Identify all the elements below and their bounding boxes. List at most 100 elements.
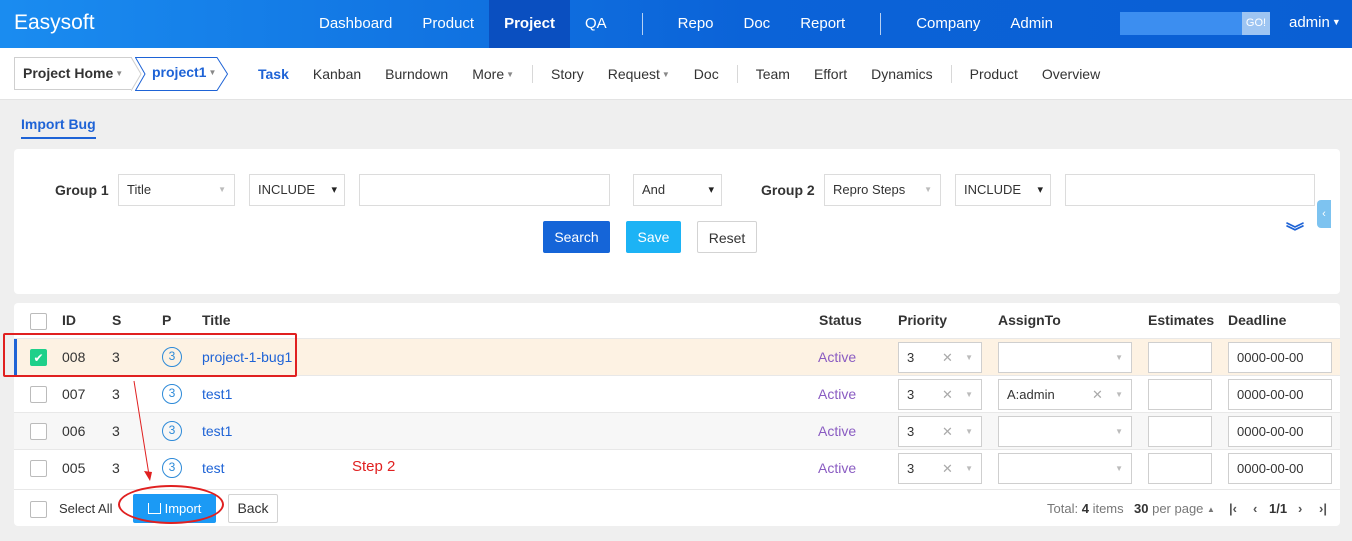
subnav-effort[interactable]: Effort [802,66,859,82]
group1-field-select[interactable]: Title ▼ [118,174,235,206]
caret-down-icon: ▼ [661,70,670,79]
assignto-select[interactable]: ▼ [998,416,1132,447]
row-title-link[interactable]: test1 [202,386,232,402]
next-page-icon[interactable]: › [1298,501,1302,516]
subnav-overview[interactable]: Overview [1030,66,1112,82]
subnav-task[interactable]: Task [246,66,301,82]
clear-icon[interactable]: ✕ [1092,380,1103,409]
subnav-request[interactable]: Request ▼ [596,66,682,82]
subnav-kanban[interactable]: Kanban [301,66,373,82]
chevron-down-icon: ▼ [1115,390,1123,399]
group2-field-select[interactable]: Repro Steps ▼ [824,174,941,206]
nav-admin[interactable]: Admin [995,0,1068,48]
tab-import-bug[interactable]: Import Bug [21,116,96,139]
caret-down-icon: ▼ [506,70,515,79]
row-status: Active [818,386,857,402]
first-page-icon[interactable]: |‹ [1229,501,1237,516]
save-button[interactable]: Save [626,221,681,253]
breadcrumb-project-home[interactable]: Project Home ▼ [14,57,132,90]
group2-field-value: Repro Steps [833,182,906,197]
group2-label: Group 2 [761,182,815,198]
group2-operator-select[interactable]: INCLUDE ▾ [955,174,1051,206]
row-checkbox[interactable] [30,386,47,403]
per-page-select[interactable]: 30 per page ▲ [1134,501,1215,516]
col-status[interactable]: Status [819,312,862,328]
estimates-input[interactable] [1148,416,1212,447]
nav-product[interactable]: Product [407,0,489,48]
col-priority-short[interactable]: P [162,312,171,328]
table-row[interactable]: 005 3 3 test Active 3 ✕ ▼ ▼ 0000-00-00 [14,449,1340,486]
double-chevron-down-icon[interactable]: ︾ [1286,223,1304,241]
chevron-down-icon: ▼ [1115,464,1123,473]
priority-select[interactable]: 3 ✕ ▼ [898,342,982,373]
last-page-icon[interactable]: ›| [1319,501,1327,516]
user-menu[interactable]: admin ▼ [1289,14,1341,31]
nav-qa[interactable]: QA [570,0,622,48]
row-checkbox[interactable] [30,423,47,440]
search-button[interactable]: Search [543,221,610,253]
nav-doc[interactable]: Doc [729,0,786,48]
priority-select[interactable]: 3 ✕ ▼ [898,416,982,447]
brand-logo[interactable]: Easysoft [14,11,95,35]
select-all-label[interactable]: Select All [59,501,112,516]
deadline-input[interactable]: 0000-00-00 [1228,379,1332,410]
sub-navbar: Project Home ▼ project1 ▼ Task Kanban Burn… [0,48,1352,100]
subnav-team[interactable]: Team [744,66,802,82]
priority-select[interactable]: 3 ✕ ▼ [898,379,982,410]
group1-value-input[interactable] [359,174,610,206]
logic-select[interactable]: And ▾ [633,174,722,206]
nav-project[interactable]: Project [489,0,570,48]
priority-select[interactable]: 3 ✕ ▼ [898,453,982,484]
reset-button[interactable]: Reset [697,221,757,253]
breadcrumb-project[interactable]: project1 ▼ [136,57,226,90]
subnav-doc[interactable]: Doc [682,66,731,82]
annotation-highlight-ellipse [118,485,224,524]
deadline-input[interactable]: 0000-00-00 [1228,342,1332,373]
global-search-input[interactable] [1120,12,1242,35]
chevron-down-icon: ▼ [218,185,226,194]
estimates-input[interactable] [1148,342,1212,373]
nav-report[interactable]: Report [785,0,860,48]
go-button[interactable]: GO! [1242,12,1270,35]
clear-icon[interactable]: ✕ [942,380,953,409]
row-checkbox[interactable] [30,460,47,477]
page-indicator: 1/1 [1269,501,1288,516]
col-severity[interactable]: S [112,312,121,328]
clear-icon[interactable]: ✕ [942,454,953,483]
subnav-story[interactable]: Story [539,66,596,82]
row-title-link[interactable]: test1 [202,423,232,439]
assignto-select[interactable]: A:admin ✕ ▼ [998,379,1132,410]
estimates-input[interactable] [1148,379,1212,410]
assignto-select[interactable]: ▼ [998,342,1132,373]
nav-company[interactable]: Company [901,0,995,48]
annotation-step-label: Step 2 [352,458,396,475]
table-row[interactable]: 007 3 3 test1 Active 3 ✕ ▼ A:admin ✕ ▼ 0000-… [14,375,1340,412]
row-title-link[interactable]: test [202,460,225,476]
nav-dashboard[interactable]: Dashboard [304,0,407,48]
assignto-select[interactable]: ▼ [998,453,1132,484]
col-id[interactable]: ID [62,312,76,328]
estimates-input[interactable] [1148,453,1212,484]
select-all-checkbox[interactable] [30,501,47,518]
nav-repo[interactable]: Repo [663,0,729,48]
clear-icon[interactable]: ✕ [942,417,953,446]
subnav-dynamics[interactable]: Dynamics [859,66,944,82]
subnav-request-label: Request [607,66,660,82]
subnav-burndown[interactable]: Burndown [373,66,460,82]
total-items: Total: 4 items [1047,501,1124,516]
subnav-product[interactable]: Product [958,66,1030,82]
subnav-more[interactable]: More ▼ [460,66,526,82]
deadline-input[interactable]: 0000-00-00 [1228,416,1332,447]
priority-value: 3 [907,424,915,439]
group1-operator-select[interactable]: INCLUDE ▾ [249,174,345,206]
table-row[interactable]: 006 3 3 test1 Active 3 ✕ ▼ ▼ 0000-00-00 [14,412,1340,449]
per-page-suffix: per page [1152,501,1204,516]
group2-value-input[interactable] [1065,174,1315,206]
back-button[interactable]: Back [228,494,278,523]
prev-page-icon[interactable]: ‹ [1253,501,1257,516]
clear-icon[interactable]: ✕ [942,343,953,372]
col-title[interactable]: Title [202,312,231,328]
side-collapse-tab[interactable]: ‹ [1317,200,1331,228]
header-checkbox[interactable] [30,313,47,330]
deadline-input[interactable]: 0000-00-00 [1228,453,1332,484]
